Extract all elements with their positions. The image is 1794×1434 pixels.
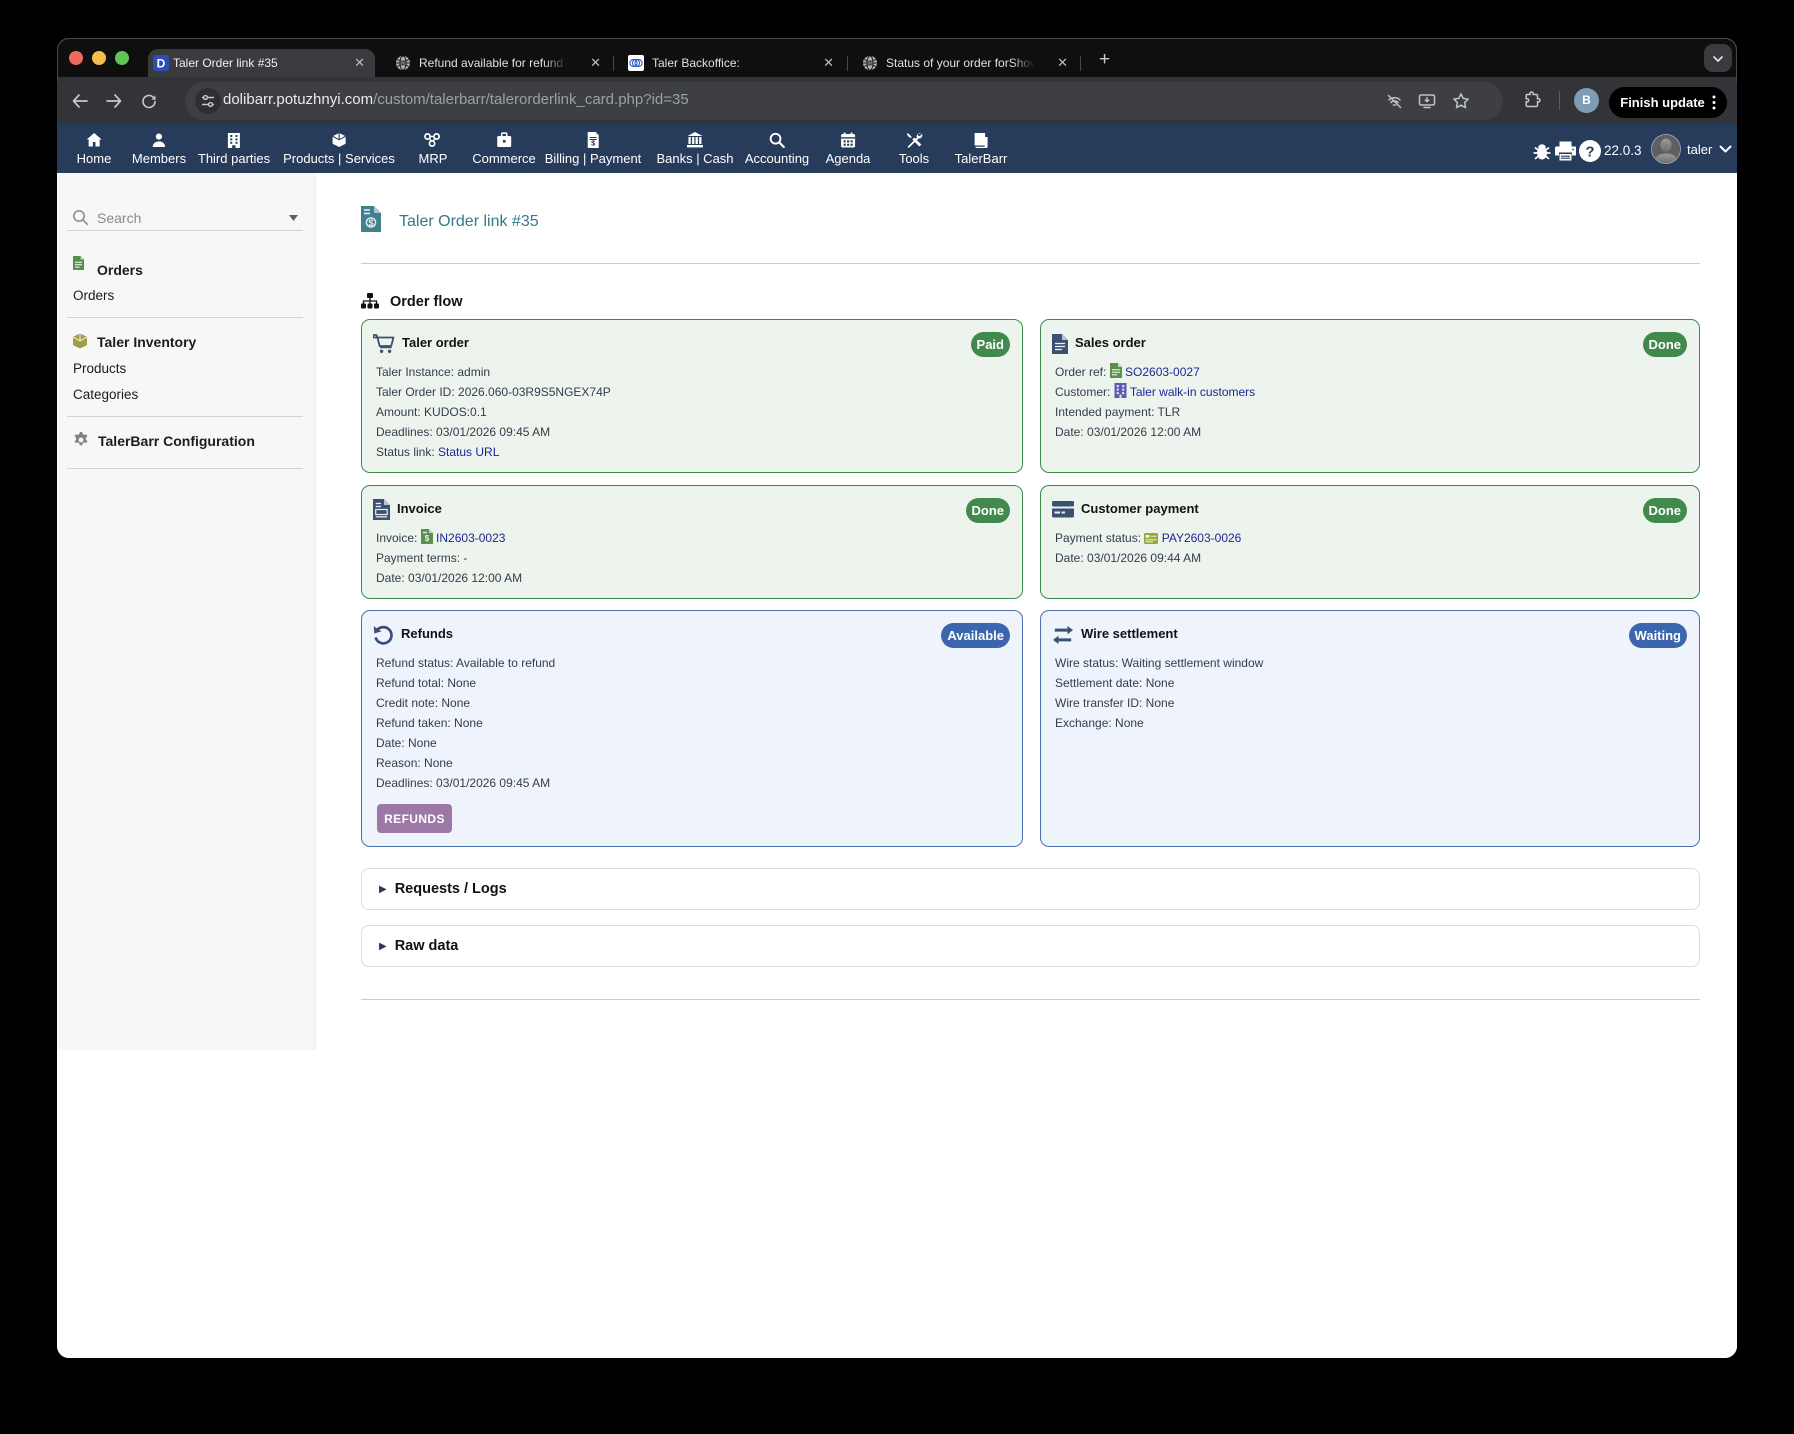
svg-text:$: $ [424,534,429,543]
svg-text:$: $ [368,218,373,228]
svg-text:?: ? [1585,143,1594,160]
svg-text:D: D [157,57,166,71]
